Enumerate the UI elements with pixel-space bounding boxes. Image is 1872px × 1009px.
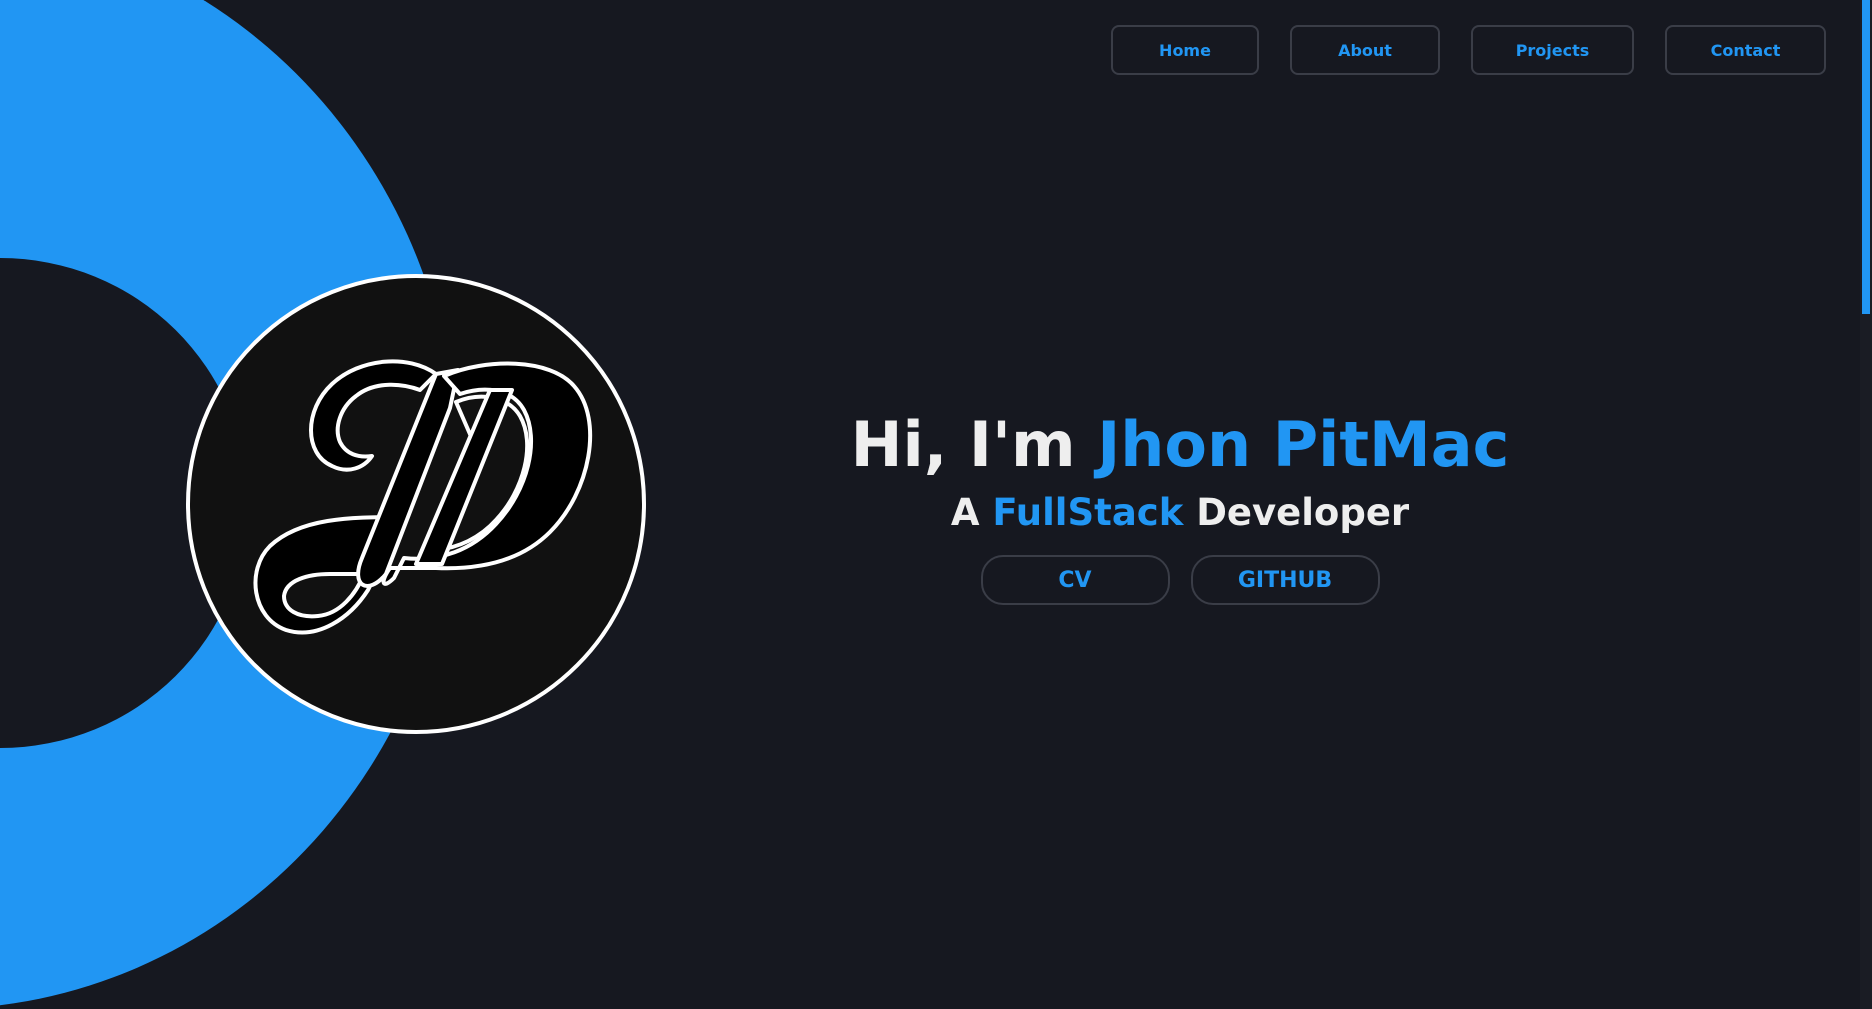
nav-projects-button[interactable]: Projects: [1471, 25, 1634, 75]
nav-about-button[interactable]: About: [1290, 25, 1440, 75]
hero-greeting: Hi, I'm: [850, 408, 1076, 481]
hero-title: Hi, I'm Jhon PitMac: [760, 405, 1600, 485]
scrollbar-thumb[interactable]: [1862, 0, 1870, 314]
logo: [186, 274, 646, 734]
hero-sub-suffix: Developer: [1196, 491, 1410, 534]
page-scrollbar[interactable]: [1860, 0, 1872, 1009]
hero-sub-accent: FullStack: [992, 491, 1184, 534]
cv-button[interactable]: CV: [980, 555, 1170, 605]
main-nav: Home About Projects Contact: [1111, 25, 1826, 75]
nav-contact-button[interactable]: Contact: [1665, 25, 1826, 75]
hero-name: Jhon PitMac: [1097, 408, 1510, 481]
jp-monogram-logo-icon: [253, 359, 593, 635]
hero-sub-prefix: A: [950, 491, 980, 534]
page: Home About Projects Contact Hi, I'm Jhon…: [0, 0, 1872, 1009]
hero-actions: CV GITHUB: [760, 555, 1600, 605]
nav-home-button[interactable]: Home: [1111, 25, 1259, 75]
hero-subtitle: A FullStack Developer: [760, 485, 1600, 541]
github-button[interactable]: GITHUB: [1190, 555, 1380, 605]
hero-section: Hi, I'm Jhon PitMac A FullStack Develope…: [760, 405, 1600, 605]
